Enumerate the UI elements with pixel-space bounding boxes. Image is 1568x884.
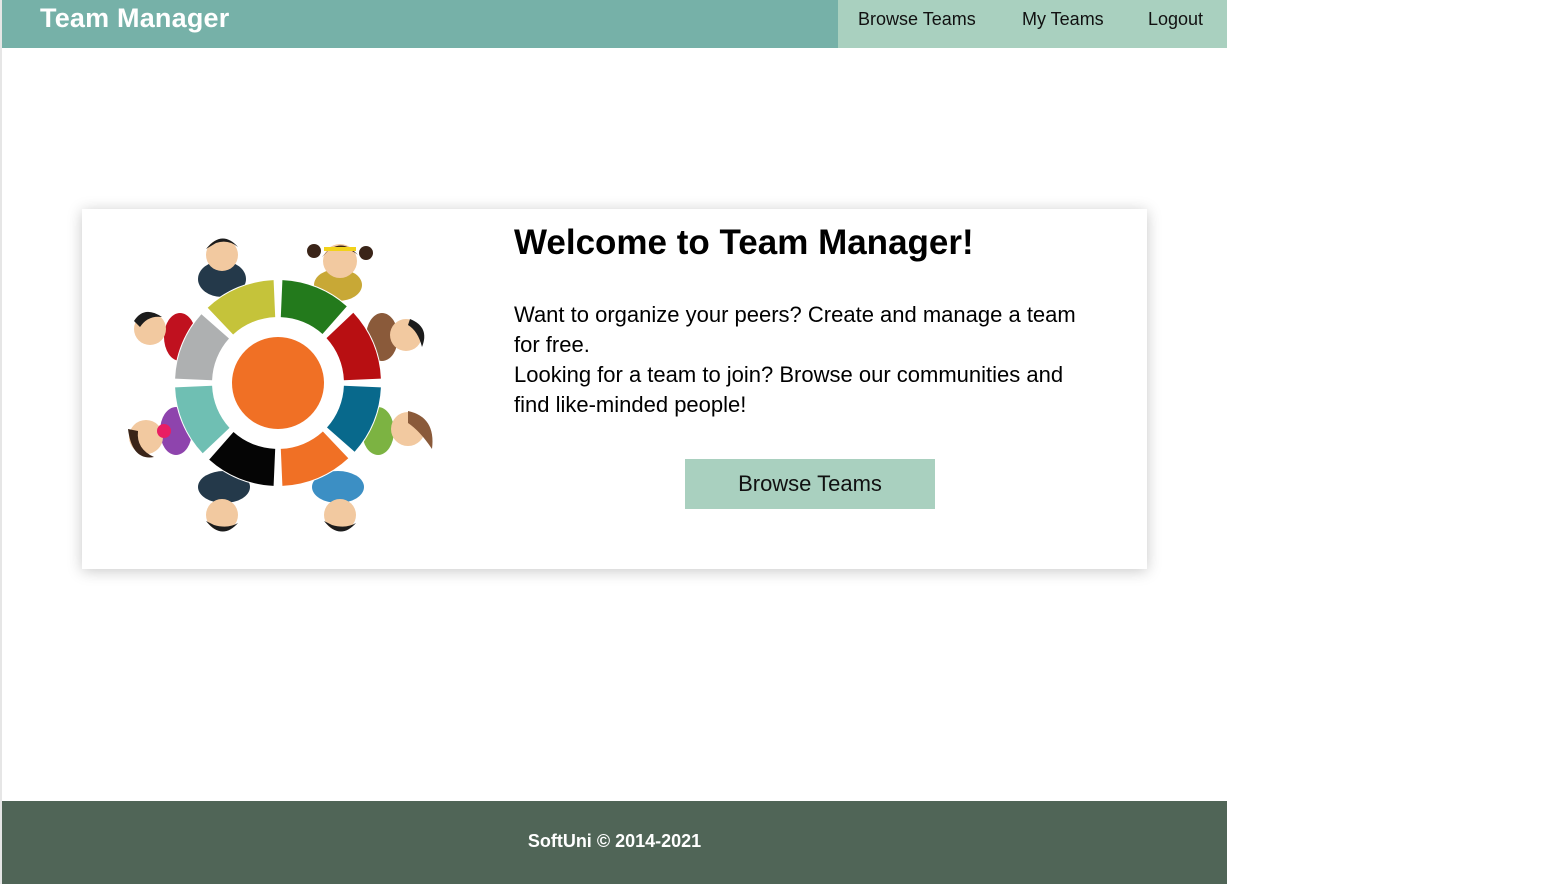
nav-my-teams-link[interactable]: My Teams xyxy=(1022,9,1104,30)
brand-logo-link[interactable]: Team Manager xyxy=(40,3,229,34)
welcome-line-join: Looking for a team to join? Browse our c… xyxy=(514,362,1064,417)
nav-browse-teams-link[interactable]: Browse Teams xyxy=(858,9,976,30)
top-navbar: Team Manager Browse Teams My Teams Logou… xyxy=(2,0,1227,48)
copyright-text: SoftUni © 2014-2021 xyxy=(527,831,702,851)
welcome-title: Welcome to Team Manager! xyxy=(514,223,974,262)
welcome-card: Welcome to Team Manager! Want to organiz… xyxy=(82,209,1147,569)
table-center xyxy=(232,337,324,429)
browse-teams-button[interactable]: Browse Teams xyxy=(685,459,935,509)
app-root: Team Manager Browse Teams My Teams Logou… xyxy=(2,0,1227,884)
nav-logout-link[interactable]: Logout xyxy=(1148,9,1203,30)
nav-menu: Browse Teams My Teams Logout xyxy=(838,0,1227,48)
team-circle-illustration xyxy=(128,238,433,532)
page-footer: SoftUni © 2014-2021 xyxy=(2,801,1227,884)
welcome-description: Want to organize your peers? Create and … xyxy=(514,300,1094,420)
welcome-line-organize: Want to organize your peers? Create and … xyxy=(514,302,1076,357)
